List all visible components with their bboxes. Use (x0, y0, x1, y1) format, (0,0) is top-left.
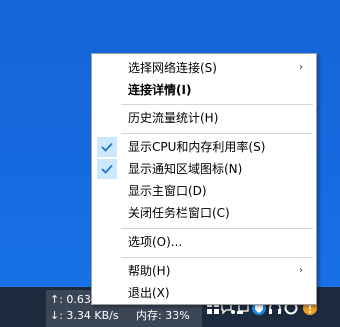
context-menu: 选择网络连接(S) › 连接详情(I) 历史流量统计(H) 显示CPU和内存利用… (91, 53, 317, 305)
menu-item-label: 关闭任务栏窗口(C) (128, 206, 230, 220)
menu-separator (121, 257, 313, 258)
chevron-right-icon: › (299, 265, 303, 276)
menu-item-show-main-window[interactable]: 显示主窗口(D) (93, 180, 315, 202)
menu-item-close-taskbar-window[interactable]: 关闭任务栏窗口(C) (93, 202, 315, 224)
menu-item-show-cpu-memory[interactable]: 显示CPU和内存利用率(S) (93, 136, 315, 158)
menu-item-select-network[interactable]: 选择网络连接(S) › (93, 57, 315, 79)
menu-item-label: 历史流量统计(H) (128, 111, 219, 125)
download-speed: ↓: 3.34 KB/s (50, 309, 119, 322)
menu-item-label: 显示CPU和内存利用率(S) (128, 140, 266, 154)
menu-item-label: 显示主窗口(D) (128, 184, 207, 198)
menu-item-label: 退出(X) (128, 286, 170, 300)
chevron-right-icon: › (299, 62, 303, 73)
check-icon (97, 137, 117, 157)
menu-separator (121, 133, 313, 134)
menu-item-help[interactable]: 帮助(H) › (93, 260, 315, 282)
menu-item-label: 选择网络连接(S) (128, 61, 217, 75)
check-icon (97, 159, 117, 179)
menu-item-connection-details[interactable]: 连接详情(I) (93, 79, 315, 101)
menu-separator (121, 228, 313, 229)
menu-item-label: 选项(O)... (128, 235, 183, 249)
menu-item-label: 连接详情(I) (128, 83, 192, 97)
menu-item-exit[interactable]: 退出(X) (93, 282, 315, 304)
menu-separator (121, 104, 313, 105)
menu-item-label: 显示通知区域图标(N) (128, 162, 243, 176)
menu-item-traffic-history[interactable]: 历史流量统计(H) (93, 107, 315, 129)
menu-item-label: 帮助(H) (128, 264, 171, 278)
upload-speed: ↑: 0.63 (50, 293, 91, 306)
menu-item-show-tray-icon[interactable]: 显示通知区域图标(N) (93, 158, 315, 180)
memory-usage: 内存: 33% (136, 309, 190, 322)
menu-item-options[interactable]: 选项(O)... (93, 231, 315, 253)
